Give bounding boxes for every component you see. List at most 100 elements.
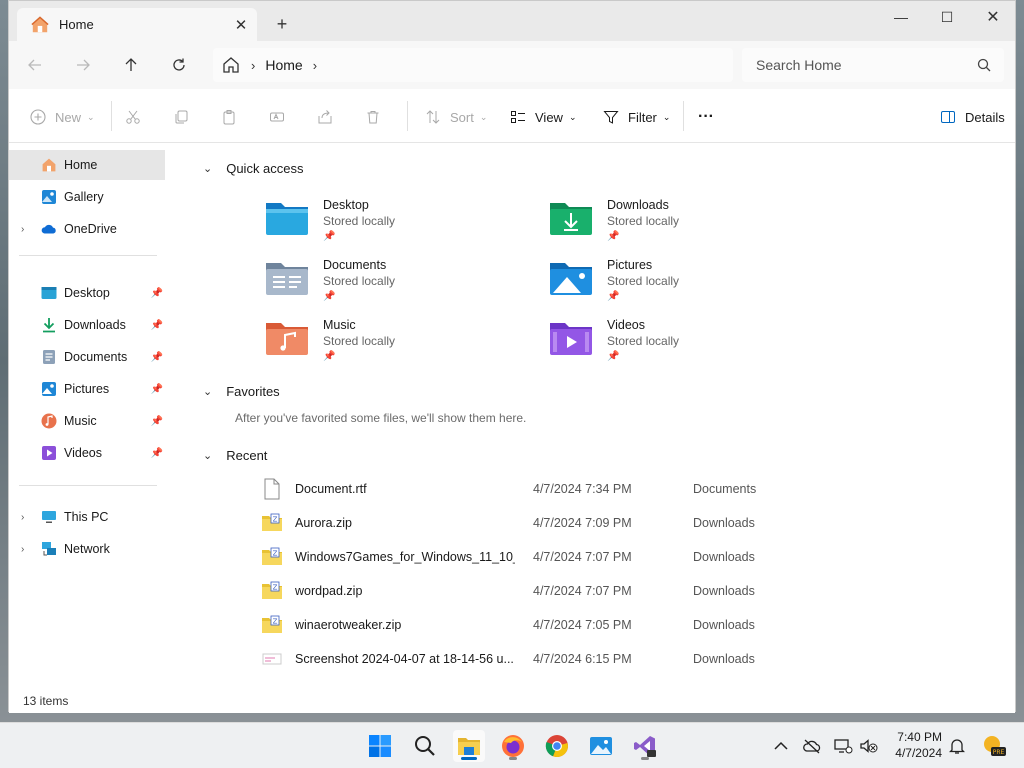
sidebar-item-label: Documents <box>64 350 128 364</box>
sidebar-item-downloads[interactable]: Downloads 📌 <box>9 310 165 340</box>
share-button[interactable] <box>316 104 342 130</box>
tab-home[interactable]: Home ✕ <box>17 8 257 41</box>
running-indicator <box>641 757 649 760</box>
item-name: Videos <box>607 318 645 332</box>
home-icon <box>41 157 57 173</box>
pin-icon[interactable]: 📌 <box>151 448 163 459</box>
pin-icon[interactable]: 📌 <box>151 416 163 427</box>
quick-access-documents[interactable]: Documents Stored locally 📌 <box>265 257 525 313</box>
sidebar-item-this-pc[interactable]: › This PC <box>9 502 165 532</box>
sidebar-item-onedrive[interactable]: › OneDrive <box>9 214 165 244</box>
expand-chevron-icon[interactable]: › <box>21 544 24 555</box>
search-input[interactable] <box>756 57 976 73</box>
volume-tray-button[interactable] <box>858 735 880 757</box>
more-options-button[interactable]: ··· <box>698 104 714 130</box>
recent-header[interactable]: ⌄ Recent <box>203 448 267 463</box>
favorites-empty-message: After you've favorited some files, we'll… <box>235 411 527 425</box>
start-button[interactable] <box>364 730 396 762</box>
quick-access-downloads[interactable]: Downloads Stored locally 📌 <box>549 197 809 253</box>
chrome-taskbar-button[interactable] <box>541 730 573 762</box>
up-button[interactable] <box>117 51 145 79</box>
close-window-button[interactable]: ✕ <box>970 1 1016 33</box>
address-bar[interactable]: › Home › <box>213 48 733 82</box>
chevron-down-icon: ⌄ <box>203 386 213 398</box>
zip-folder-icon: Z <box>262 513 282 531</box>
sidebar-item-home[interactable]: Home <box>9 150 165 180</box>
show-hidden-icons-button[interactable] <box>770 735 792 757</box>
sidebar-item-music[interactable]: Music 📌 <box>9 406 165 436</box>
network-tray-button[interactable] <box>832 735 854 757</box>
recent-file-row[interactable]: Screenshot 2024-04-07 at 18-14-56 u... 4… <box>261 642 821 676</box>
pin-icon[interactable]: 📌 <box>151 352 163 363</box>
share-icon <box>316 108 334 126</box>
quick-access-videos[interactable]: Videos Stored locally 📌 <box>549 317 809 373</box>
tab-title: Home <box>59 17 94 32</box>
chevron-down-icon: ⌄ <box>568 111 577 122</box>
view-button[interactable]: View ⌄ <box>509 104 577 130</box>
paste-button[interactable] <box>220 104 246 130</box>
sidebar-item-network[interactable]: › Network <box>9 534 165 564</box>
favorites-header[interactable]: ⌄ Favorites <box>203 384 280 399</box>
file-location: Downloads <box>693 516 755 530</box>
filter-button[interactable]: Filter ⌄ <box>602 104 670 130</box>
quick-access-pictures[interactable]: Pictures Stored locally 📌 <box>549 257 809 313</box>
sidebar-item-videos[interactable]: Videos 📌 <box>9 438 165 468</box>
file-explorer-taskbar-button[interactable] <box>453 730 485 762</box>
cut-button[interactable] <box>124 104 150 130</box>
refresh-button[interactable] <box>165 51 193 79</box>
back-button[interactable] <box>21 51 49 79</box>
quick-access-header[interactable]: ⌄ Quick access <box>203 161 304 176</box>
pin-icon[interactable]: 📌 <box>151 384 163 395</box>
expand-chevron-icon[interactable]: › <box>21 224 24 235</box>
breadcrumb-home[interactable]: Home <box>265 57 302 73</box>
delete-button[interactable] <box>364 104 390 130</box>
notifications-button[interactable] <box>946 735 968 757</box>
running-indicator <box>509 757 517 760</box>
network-icon <box>41 541 57 557</box>
new-tab-button[interactable]: + <box>269 11 295 37</box>
sidebar-item-label: Music <box>64 414 97 428</box>
search-taskbar-button[interactable] <box>409 730 441 762</box>
sort-button[interactable]: Sort ⌄ <box>424 104 487 130</box>
system-clock[interactable]: 7:40 PM 4/7/2024 <box>880 729 942 761</box>
onedrive-tray-button[interactable] <box>801 735 823 757</box>
sidebar-item-label: Videos <box>64 446 102 460</box>
expand-chevron-icon[interactable]: › <box>21 512 24 523</box>
firefox-taskbar-button[interactable] <box>497 730 529 762</box>
pin-icon[interactable]: 📌 <box>151 288 163 299</box>
sidebar-item-documents[interactable]: Documents 📌 <box>9 342 165 372</box>
sidebar-item-pictures[interactable]: Pictures 📌 <box>9 374 165 404</box>
sidebar-item-label: Gallery <box>64 190 104 204</box>
visual-studio-taskbar-button[interactable] <box>629 730 661 762</box>
breadcrumb-chevron-icon: › <box>251 57 256 73</box>
forward-button[interactable] <box>69 51 97 79</box>
recent-file-row[interactable]: Z Aurora.zip 4/7/2024 7:09 PM Downloads <box>261 506 821 540</box>
main-content: ⌄ Quick access Desktop Stored locally 📌 … <box>173 143 1015 691</box>
photos-taskbar-button[interactable] <box>585 730 617 762</box>
close-tab-button[interactable]: ✕ <box>229 13 253 37</box>
new-button[interactable]: New ⌄ <box>29 104 95 130</box>
search-box[interactable] <box>742 48 1004 82</box>
quick-access-desktop[interactable]: Desktop Stored locally 📌 <box>265 197 525 253</box>
status-bar: 13 items <box>9 691 1015 713</box>
recent-file-row[interactable]: Z winaerotweaker.zip 4/7/2024 7:05 PM Do… <box>261 608 821 642</box>
details-pane-button[interactable]: Details <box>939 104 1005 130</box>
desktop-folder-icon <box>41 285 57 301</box>
copy-button[interactable] <box>172 104 198 130</box>
breadcrumb-chevron-icon[interactable]: › <box>313 58 317 73</box>
item-status: Stored locally <box>607 274 680 288</box>
pin-icon[interactable]: 📌 <box>151 320 163 331</box>
rename-button[interactable] <box>268 104 294 130</box>
recent-file-row[interactable]: Document.rtf 4/7/2024 7:34 PM Documents <box>261 472 821 506</box>
cloud-offline-icon <box>803 739 821 754</box>
chevron-up-icon <box>774 741 788 750</box>
recent-file-row[interactable]: Z Windows7Games_for_Windows_11_10_... 4/… <box>261 540 821 574</box>
recent-file-row[interactable]: Z wordpad.zip 4/7/2024 7:07 PM Downloads <box>261 574 821 608</box>
maximize-button[interactable]: ☐ <box>924 1 970 33</box>
sidebar-item-gallery[interactable]: Gallery <box>9 182 165 212</box>
quick-access-music[interactable]: Music Stored locally 📌 <box>265 317 525 373</box>
copilot-preview-button[interactable]: PRE <box>980 732 1008 760</box>
zip-folder-icon: Z <box>262 547 282 565</box>
sidebar-item-desktop[interactable]: Desktop 📌 <box>9 278 165 308</box>
minimize-button[interactable]: — <box>878 1 924 33</box>
